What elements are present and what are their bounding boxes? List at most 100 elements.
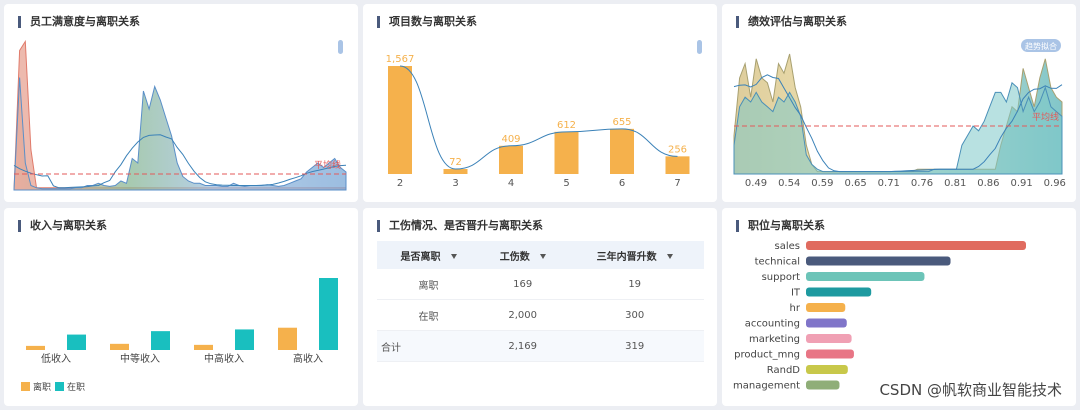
category-label: support xyxy=(762,272,800,283)
table-cell: 19 xyxy=(565,269,704,300)
bar-stay xyxy=(235,329,254,350)
legend-label: 在职 xyxy=(67,381,85,393)
table-cell: 在职 xyxy=(377,299,481,331)
watermark: CSDN @帆软商业智能技术 xyxy=(879,381,1062,399)
bar xyxy=(443,169,468,174)
projects-chart: 1,567 2 72 3 409 4 612 5 655 6 256 7 xyxy=(386,40,702,189)
bar xyxy=(806,318,847,328)
bar xyxy=(806,241,1026,250)
bar xyxy=(665,156,690,174)
scroll-handle xyxy=(338,40,343,54)
scroll-handle xyxy=(697,40,702,54)
tick-label: 中等收入 xyxy=(120,352,160,365)
category-label: technical xyxy=(755,257,800,268)
bar xyxy=(806,256,951,266)
category-label: hr xyxy=(790,303,801,314)
tick-label: 7 xyxy=(674,178,680,189)
tick-label: 3 xyxy=(452,178,458,189)
series-area-stay xyxy=(13,77,347,191)
tick-label: 中高收入 xyxy=(204,352,244,365)
bar-stay xyxy=(319,278,338,350)
bar xyxy=(610,128,634,174)
table-cell: 离职 xyxy=(377,269,481,300)
panel-accident: 工伤情况、是否晋升与离职关系 是否离职 工伤数 三年内晋升数 离职 169 19… xyxy=(363,208,717,406)
bar-left xyxy=(194,344,213,350)
tick-label: 0.81 xyxy=(944,178,966,189)
tick-label: 0.49 xyxy=(745,178,767,189)
bar-stay xyxy=(151,331,170,350)
table-cell: 合计 xyxy=(377,330,481,362)
tick-label: 0.86 xyxy=(977,178,999,189)
column-header[interactable]: 三年内晋升数 xyxy=(565,241,704,269)
tick-label: 高收入 xyxy=(293,352,323,365)
table-row: 离职 169 19 xyxy=(377,269,704,300)
table-cell: 2,000 xyxy=(480,299,566,331)
position-chart: sales technical support IT hr accounting marke… xyxy=(733,241,1026,392)
bar-stay xyxy=(67,334,86,350)
category-label: IT xyxy=(791,288,801,299)
tick-label: 0.59 xyxy=(811,178,833,189)
category-label: RandD xyxy=(767,365,801,376)
bar xyxy=(806,272,925,281)
category-label: product_mng xyxy=(734,350,800,361)
category-label: management xyxy=(733,381,800,392)
panel-salary: 收入与离职关系 低收入 中等收入 中高收入 高收入 离职 在职 xyxy=(4,208,358,406)
series-area-left xyxy=(13,39,347,191)
bar xyxy=(806,380,840,390)
legend-swatch xyxy=(21,382,30,391)
panel-evaluation: 绩效评估与离职关系 平均线 趋势拟合 0.49 0.54 0.59 0.65 0.71 0.7… xyxy=(722,4,1076,202)
legend-swatch xyxy=(55,382,64,391)
table-row: 在职 2,000 300 xyxy=(377,299,704,331)
panel-satisfaction: 员工满意度与离职关系 平均线 xyxy=(4,4,358,202)
tick-label: 0.54 xyxy=(778,178,800,189)
data-label: 72 xyxy=(449,157,462,168)
table-cell: 319 xyxy=(565,330,704,362)
bar xyxy=(388,66,412,174)
data-label: 655 xyxy=(612,117,631,128)
tick-label: 4 xyxy=(508,178,514,189)
tick-label: 0.76 xyxy=(911,178,933,189)
tick-label: 0.96 xyxy=(1044,178,1066,189)
tick-label: 0.91 xyxy=(1010,178,1032,189)
bar xyxy=(806,303,846,312)
data-label: 612 xyxy=(557,120,576,131)
bar-left xyxy=(110,343,129,350)
tick-label: 0.71 xyxy=(878,178,900,189)
table-cell: 300 xyxy=(565,299,704,331)
legend-label: 离职 xyxy=(33,381,51,393)
evaluation-chart: 平均线 趋势拟合 0.49 0.54 0.59 0.65 0.71 0.76 0.81 0.86 0… xyxy=(733,39,1066,189)
bar xyxy=(806,349,854,359)
average-label: 平均线 xyxy=(1032,111,1059,123)
panel-title: 工伤情况、是否晋升与离职关系 xyxy=(377,220,543,232)
panel-position: 职位与离职关系 sales technical support IT hr account… xyxy=(722,208,1076,406)
bar xyxy=(806,287,872,297)
bar xyxy=(806,365,848,374)
bar-left xyxy=(278,327,297,350)
data-label: 1,567 xyxy=(386,54,415,65)
panel-projects: 项目数与离职关系 1,567 2 72 3 409 4 612 5 655 6 256 7 xyxy=(363,4,717,202)
fit-toggle-label: 趋势拟合 xyxy=(1025,41,1057,51)
tick-label: 5 xyxy=(563,178,569,189)
average-label: 平均线 xyxy=(314,159,341,171)
category-label: marketing xyxy=(749,334,800,345)
category-label: accounting xyxy=(745,319,800,330)
trend-line xyxy=(399,65,678,170)
table-cell: 2,169 xyxy=(480,330,566,362)
data-label: 409 xyxy=(501,134,520,145)
sort-down-icon[interactable] xyxy=(450,254,457,259)
data-label: 256 xyxy=(668,144,687,155)
column-header[interactable]: 工伤数 xyxy=(480,241,566,269)
bar xyxy=(806,334,852,343)
tick-label: 0.65 xyxy=(844,178,866,189)
tick-label: 2 xyxy=(397,178,403,189)
bar xyxy=(499,145,523,174)
bar-left xyxy=(26,345,45,350)
sort-down-icon[interactable] xyxy=(666,254,673,259)
salary-chart: 低收入 中等收入 中高收入 高收入离职 在职 xyxy=(21,278,338,393)
category-label: sales xyxy=(775,241,800,252)
table-cell: 169 xyxy=(480,269,566,300)
column-header[interactable]: 是否离职 xyxy=(377,241,481,269)
tick-label: 6 xyxy=(619,178,625,189)
sort-down-icon[interactable] xyxy=(539,254,546,259)
satisfaction-chart: 平均线 xyxy=(13,39,347,191)
